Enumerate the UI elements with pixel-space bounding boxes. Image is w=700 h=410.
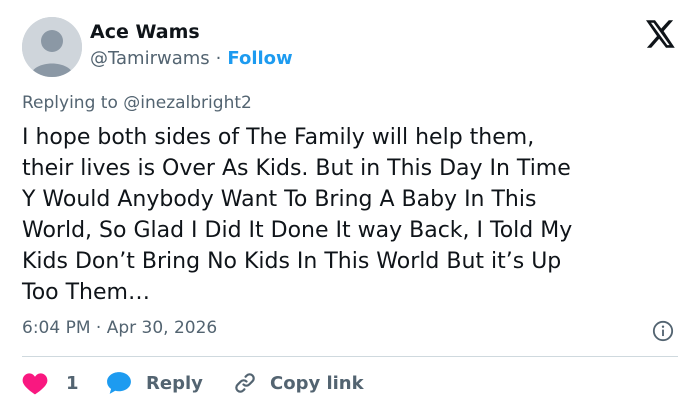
tweet-line: I hope both sides of The Family will hel… xyxy=(22,125,535,150)
tweet-line: Too Them… xyxy=(22,280,150,305)
author-handle[interactable]: @Tamirwams xyxy=(90,48,210,69)
handle-row: @Tamirwams · Follow xyxy=(90,48,293,69)
tweet-text: I hope both sides of The Family will hel… xyxy=(22,122,682,308)
divider xyxy=(22,356,678,357)
tweet-line: World, So Glad I Did It Done It way Back… xyxy=(22,218,573,243)
link-icon xyxy=(235,373,255,393)
separator: · xyxy=(215,48,222,69)
author-name[interactable]: Ace Wams xyxy=(90,21,200,43)
speech-bubble-icon xyxy=(107,372,131,394)
like-button[interactable]: 1 xyxy=(22,368,79,398)
reply-label: Reply xyxy=(146,372,203,394)
tweet-card: Ace Wams @Tamirwams · Follow Replying to @… xyxy=(0,0,700,410)
like-count: 1 xyxy=(66,372,79,394)
copy-link-button[interactable]: Copy link xyxy=(232,368,364,398)
info-icon[interactable] xyxy=(652,320,674,342)
copy-link-label: Copy link xyxy=(270,372,364,394)
reply-button[interactable]: Reply xyxy=(106,368,203,398)
tweet-line: their lives is Over As Kids. But in This… xyxy=(22,156,571,181)
avatar[interactable] xyxy=(22,17,82,77)
default-avatar-icon xyxy=(22,17,82,77)
timestamp[interactable]: 6:04 PM · Apr 30, 2026 xyxy=(22,318,217,338)
tweet-line: Kids Don’t Bring No Kids In This World B… xyxy=(22,249,562,274)
follow-button[interactable]: Follow xyxy=(227,48,292,69)
reply-mention-link[interactable]: @inezalbright2 xyxy=(123,93,252,113)
replying-prefix: Replying to xyxy=(22,93,118,113)
x-logo-icon[interactable] xyxy=(646,20,676,48)
tweet-line: Y Would Anybody Want To Bring A Baby In … xyxy=(22,187,537,212)
replying-to: Replying to @inezalbright2 xyxy=(22,93,252,113)
heart-icon xyxy=(22,373,48,395)
action-bar: 1 Reply Copy link xyxy=(22,368,682,398)
